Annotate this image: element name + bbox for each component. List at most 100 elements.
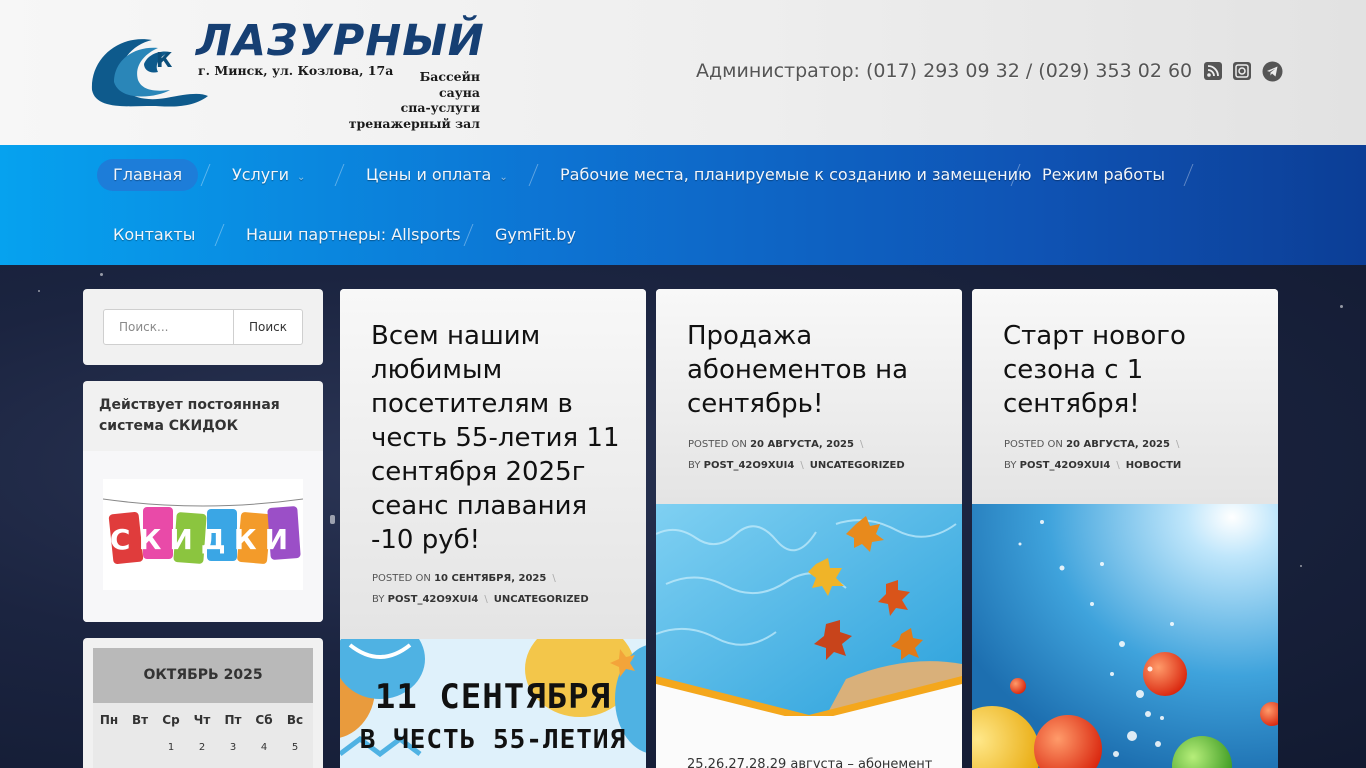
- nav-separator: [463, 224, 474, 246]
- post-date[interactable]: 10 СЕНТЯБРЯ, 2025: [434, 573, 546, 584]
- post-author[interactable]: POST_42O9XUI4: [704, 460, 795, 471]
- calendar-day[interactable]: 2: [187, 742, 217, 753]
- logo-title: ЛАЗУРНЫЙ: [196, 16, 485, 66]
- post-author-meta: BY POST_42O9XUI4 \ НОВОСТИ: [1004, 460, 1181, 471]
- post-card: Старт нового сезона с 1 сентября! POSTED…: [972, 289, 1278, 768]
- nav-item-label: Услуги: [232, 165, 290, 184]
- post-title[interactable]: Продажа абонементов на сентябрь!: [687, 319, 937, 421]
- main-navigation: Главная Услуги ⌄ Цены и оплата ⌄ Рабочие м…: [0, 145, 1366, 265]
- calendar-month: ОКТЯБРЬ 2025: [93, 648, 313, 703]
- post-date[interactable]: 20 АВГУСТА, 2025: [750, 439, 854, 450]
- nav-separator: [214, 224, 225, 246]
- decor-dot: [100, 273, 103, 276]
- logo-letter: К: [156, 48, 173, 72]
- nav-separator: [334, 164, 345, 186]
- search-widget: Поиск... Поиск: [83, 289, 323, 365]
- logo-service: спа-услуги: [400, 100, 480, 115]
- nav-item-schedule[interactable]: Режим работы: [1042, 159, 1165, 191]
- by-label: BY: [1004, 460, 1017, 471]
- instagram-icon[interactable]: [1232, 61, 1252, 81]
- chevron-down-icon: ⌄: [499, 172, 508, 183]
- nav-item-gymfit[interactable]: GymFit.by: [495, 219, 576, 251]
- post-image[interactable]: 11 СЕНТЯБРЯ В ЧЕСТЬ 55-ЛЕТИЯ: [340, 639, 646, 768]
- post-title[interactable]: Всем нашим любимым посетителям в честь 5…: [371, 319, 621, 557]
- decor-dot: [38, 290, 40, 292]
- post-category[interactable]: UNCATEGORIZED: [810, 460, 905, 471]
- post-date-meta: POSTED ON 10 СЕНТЯБРЯ, 2025 \: [372, 573, 562, 584]
- nav-item-prices[interactable]: Цены и оплата ⌄: [366, 159, 508, 191]
- pool-leaves-image: [656, 504, 962, 716]
- logo-service: тренажерный зал: [348, 115, 480, 131]
- post-category[interactable]: UNCATEGORIZED: [494, 594, 589, 605]
- calendar-widget: ОКТЯБРЬ 2025 Пн Вт Ср Чт Пт Сб Вс 1 2 3 …: [83, 638, 323, 768]
- logo-services: Бассейн сауна спа-услуги тренажерный зал: [330, 69, 480, 131]
- post-category[interactable]: НОВОСТИ: [1126, 460, 1182, 471]
- post-date-meta: POSTED ON 20 АВГУСТА, 2025 \: [688, 439, 869, 450]
- site-header: К ЛАЗУРНЫЙ г. Минск, ул. Козлова, 17а Ба…: [0, 0, 1366, 145]
- nav-separator: [1183, 164, 1194, 186]
- search-button[interactable]: Поиск: [233, 309, 303, 345]
- decor-dot: [1300, 565, 1302, 567]
- nav-item-label: Цены и оплата: [366, 165, 492, 184]
- search-input[interactable]: Поиск...: [103, 309, 234, 345]
- discount-banner[interactable]: СКИДКИ: [102, 479, 304, 590]
- calendar-day[interactable]: 3: [218, 742, 248, 753]
- by-label: BY: [372, 594, 385, 605]
- logo-service: сауна: [439, 84, 480, 100]
- image-caption-line1: 11 СЕНТЯБРЯ: [374, 677, 612, 717]
- post-author[interactable]: POST_42O9XUI4: [388, 594, 479, 605]
- nav-item-jobs[interactable]: Рабочие места, планируемые к созданию и …: [560, 159, 1031, 191]
- meta-separator: \: [1175, 439, 1180, 450]
- calendar-weekday: Вт: [131, 713, 149, 727]
- discount-widget-title: Действует постоянная система СКИДОК: [99, 397, 280, 434]
- calendar-weekday: Пт: [224, 713, 242, 727]
- meta-separator: \: [1116, 460, 1120, 471]
- post-title[interactable]: Старт нового сезона с 1 сентября!: [1003, 319, 1253, 421]
- calendar-weekday: Чт: [193, 713, 211, 727]
- calendar-weekday: Пн: [99, 713, 119, 727]
- image-caption-line2: В ЧЕСТЬ 55-ЛЕТИЯ: [359, 725, 627, 755]
- calendar-day[interactable]: 5: [280, 742, 310, 753]
- calendar-weekday: Сб: [255, 713, 273, 727]
- by-label: BY: [688, 460, 701, 471]
- post-card: Всем нашим любимым посетителям в честь 5…: [340, 289, 646, 768]
- decor-dot: [330, 515, 335, 524]
- calendar: ОКТЯБРЬ 2025 Пн Вт Ср Чт Пт Сб Вс 1 2 3 …: [93, 648, 313, 768]
- post-image[interactable]: [656, 504, 962, 716]
- meta-separator: \: [552, 573, 556, 584]
- nav-separator: [200, 164, 211, 186]
- post-image[interactable]: [972, 504, 1278, 768]
- calendar-day[interactable]: 1: [156, 742, 186, 753]
- post-author[interactable]: POST_42O9XUI4: [1020, 460, 1111, 471]
- site-logo[interactable]: К ЛАЗУРНЫЙ г. Минск, ул. Козлова, 17а Ба…: [90, 16, 484, 132]
- nav-item-home[interactable]: Главная: [97, 159, 199, 191]
- nav-item-contacts[interactable]: Контакты: [113, 219, 195, 251]
- posted-on-label: POSTED ON: [688, 439, 747, 450]
- post-date[interactable]: 20 АВГУСТА, 2025: [1066, 439, 1170, 450]
- calendar-weekday: Вс: [286, 713, 304, 727]
- meta-separator: \: [484, 594, 488, 605]
- nav-item-services[interactable]: Услуги ⌄: [232, 159, 305, 191]
- calendar-day[interactable]: 4: [249, 742, 279, 753]
- discount-widget: Действует постоянная система СКИДОК СКИД…: [83, 381, 323, 622]
- posted-on-label: POSTED ON: [1004, 439, 1063, 450]
- discount-tags-image: СКИДКИ: [102, 498, 304, 565]
- admin-phone: Администратор: (017) 293 09 32 / (029) 3…: [696, 60, 1193, 82]
- posted-on-label: POSTED ON: [372, 573, 431, 584]
- post-excerpt: 25,26,27,28,29 августа – абонемент: [687, 757, 933, 768]
- logo-service: Бассейн: [419, 69, 480, 84]
- meta-separator: \: [800, 460, 804, 471]
- discount-banner-text: СКИДКИ: [110, 523, 296, 556]
- calendar-weekday: Ср: [162, 713, 180, 727]
- post-author-meta: BY POST_42O9XUI4 \ UNCATEGORIZED: [372, 594, 589, 605]
- post-date-meta: POSTED ON 20 АВГУСТА, 2025 \: [1004, 439, 1185, 450]
- post-card: Продажа абонементов на сентябрь! POSTED …: [656, 289, 962, 768]
- post-author-meta: BY POST_42O9XUI4 \ UNCATEGORIZED: [688, 460, 905, 471]
- decor-dot: [1340, 305, 1343, 308]
- telegram-icon[interactable]: [1262, 61, 1283, 82]
- splash-balls-image: [972, 504, 1278, 768]
- chevron-down-icon: ⌄: [297, 172, 306, 183]
- nav-item-allsports[interactable]: Наши партнеры: Allsports: [246, 219, 461, 251]
- rss-icon[interactable]: [1203, 61, 1223, 81]
- meta-separator: \: [859, 439, 864, 450]
